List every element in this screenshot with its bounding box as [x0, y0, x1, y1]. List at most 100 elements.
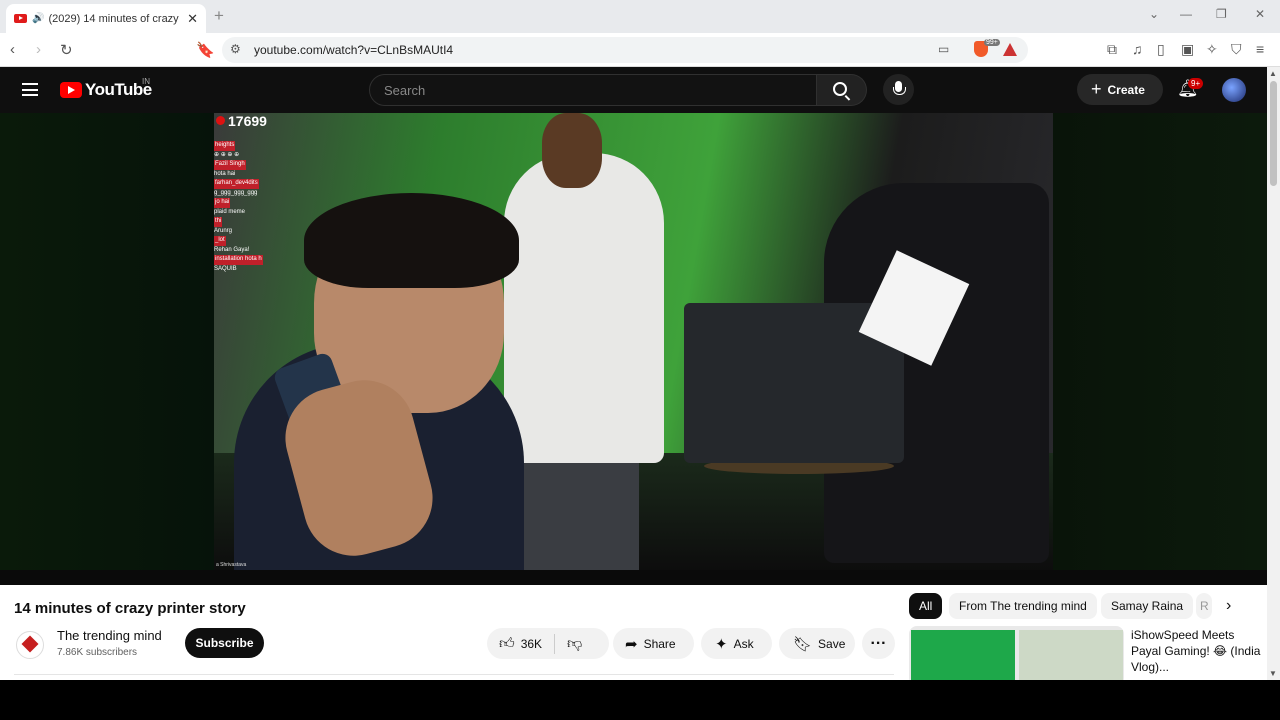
sidebar-icon[interactable]: ▯: [1157, 41, 1165, 58]
country-code: IN: [142, 77, 150, 86]
window-close-icon[interactable]: ✕: [1255, 7, 1265, 21]
youtube-play-icon: [60, 82, 82, 98]
address-bar[interactable]: ⚙ youtube.com/watch?v=CLnBsMAUtI4 ▭ 99+: [222, 37, 1028, 63]
youtube-favicon-icon: [14, 14, 27, 23]
plus-icon: +: [1091, 79, 1102, 99]
share-icon: ➦: [625, 635, 638, 653]
brave-rewards-icon[interactable]: [1003, 43, 1017, 56]
chat-line: installation hota h: [214, 255, 274, 265]
yt-header: YouTube IN Search + Create 🔔︎ 9+: [0, 67, 1267, 113]
recommended-thumbnail[interactable]: [909, 626, 1124, 680]
menu-icon[interactable]: ≡: [1256, 41, 1264, 57]
media-icon[interactable]: ♫: [1132, 41, 1143, 57]
like-button[interactable]: 👍︎ 36K: [487, 633, 556, 654]
thumb-left: [911, 630, 1015, 680]
search-bar: Search: [369, 74, 867, 106]
tab-strip: 🔊 (2029) 14 minutes of crazy pr ✕ + ⌄ — …: [0, 0, 1280, 33]
save-button[interactable]: 🔖︎ Save: [779, 628, 855, 659]
sparkle-icon: ✦: [715, 635, 728, 653]
forward-icon[interactable]: ›: [36, 41, 41, 58]
stream-chat: heights ⊕ ⊕ ⊕ ⊕ Fazil Singh hota hai farhan_…: [214, 141, 274, 274]
recommended-title[interactable]: iShowSpeed Meets Payal Gaming! 😂 (India …: [1131, 627, 1261, 675]
browser-tab[interactable]: 🔊 (2029) 14 minutes of crazy pr ✕: [6, 4, 206, 33]
scroll-thumb[interactable]: [1270, 81, 1277, 186]
cast-icon[interactable]: ▭: [938, 42, 949, 56]
extensions-icon[interactable]: ⧉: [1107, 41, 1117, 58]
restore-icon[interactable]: ❐: [1216, 7, 1227, 21]
chat-line: Arunrg: [214, 227, 233, 234]
speaker-icon[interactable]: 🔊: [32, 13, 44, 24]
video-streamer-hair: [304, 193, 519, 288]
chips-next-icon[interactable]: ›: [1226, 597, 1231, 615]
ambient-left: [0, 113, 214, 585]
share-label: Share: [643, 636, 676, 651]
wallet-icon[interactable]: ▣: [1181, 41, 1194, 58]
back-icon[interactable]: ‹: [10, 41, 15, 58]
dislike-button[interactable]: 👎︎: [555, 635, 594, 653]
video-person-head: [542, 113, 602, 188]
tab-search-icon[interactable]: ⌄: [1149, 7, 1159, 21]
bookmark-icon[interactable]: 🔖: [196, 41, 215, 59]
tab-close-icon[interactable]: ✕: [187, 11, 198, 27]
chat-line: heights: [214, 141, 274, 151]
stream-overlay: 17699 heights ⊕ ⊕ ⊕ ⊕ Fazil Singh hota hai f…: [214, 113, 274, 272]
video-title: 14 minutes of crazy printer story: [14, 600, 246, 617]
save-label: Save: [818, 636, 846, 651]
tab-title: (2029) 14 minutes of crazy pr: [48, 12, 182, 25]
channel-name[interactable]: The trending mind: [57, 628, 162, 643]
chat-line: Fazil Singh: [214, 160, 274, 170]
more-actions-icon[interactable]: ···: [862, 628, 895, 659]
video-credit: a Shrivastava: [216, 562, 247, 568]
channel-avatar[interactable]: [16, 631, 44, 659]
shields-badge: 99+: [984, 39, 1000, 46]
chip-from-channel[interactable]: From The trending mind: [949, 593, 1097, 619]
reload-icon[interactable]: ↻: [60, 41, 73, 59]
voice-search-icon[interactable]: [883, 74, 914, 105]
browser-toolbar: ‹ › ↻ 🔖 ⚙ youtube.com/watch?v=CLnBsMAUtI…: [0, 33, 1280, 67]
subscriber-count: 7.86K subscribers: [57, 647, 138, 658]
youtube-page: YouTube IN Search + Create 🔔︎ 9+ 17699 h…: [0, 67, 1267, 680]
chat-line: _lot: [214, 236, 274, 246]
chat-line: SAQUIB: [214, 265, 237, 272]
video-frame[interactable]: 17699 heights ⊕ ⊕ ⊕ ⊕ Fazil Singh hota hai f…: [214, 113, 1053, 570]
video-info: 14 minutes of crazy printer story The tr…: [0, 585, 1267, 680]
guide-menu-icon[interactable]: [22, 83, 38, 96]
create-label: Create: [1107, 82, 1145, 97]
chip-all[interactable]: All: [909, 593, 943, 619]
vpn-icon[interactable]: ⛉: [1231, 41, 1242, 58]
minimize-icon[interactable]: —: [1180, 7, 1192, 21]
url-text[interactable]: youtube.com/watch?v=CLnBsMAUtI4: [254, 43, 453, 57]
chat-line: g_ggg_ggg_ggg: [214, 189, 258, 196]
chat-line: Rehan Gaya!: [214, 246, 250, 253]
notification-badge: 9+: [1188, 78, 1204, 89]
chip-samay-raina[interactable]: Samay Raina: [1101, 593, 1194, 619]
search-icon: [833, 82, 847, 96]
site-info-icon[interactable]: ⚙: [230, 42, 241, 56]
share-button[interactable]: ➦ Share: [613, 628, 694, 659]
scroll-up-icon[interactable]: ▲: [1269, 69, 1277, 78]
account-avatar[interactable]: [1222, 78, 1246, 102]
create-button[interactable]: + Create: [1077, 74, 1163, 105]
subscribe-button[interactable]: Subscribe: [185, 628, 264, 658]
search-input[interactable]: Search: [369, 74, 817, 106]
like-count: 36K: [520, 636, 543, 651]
new-tab-icon[interactable]: +: [214, 6, 224, 26]
youtube-logo[interactable]: YouTube IN: [60, 77, 152, 100]
chat-line: thi: [214, 217, 274, 227]
chip-partial[interactable]: R: [1196, 593, 1212, 619]
scroll-down-icon[interactable]: ▼: [1269, 669, 1277, 678]
save-icon: 🔖︎: [793, 635, 813, 653]
ask-button[interactable]: ✦ Ask: [701, 628, 772, 659]
divider: [14, 674, 894, 675]
player-progress-bar[interactable]: [0, 570, 1267, 585]
video-player[interactable]: 17699 heights ⊕ ⊕ ⊕ ⊕ Fazil Singh hota hai f…: [0, 113, 1267, 585]
search-button[interactable]: [817, 74, 867, 106]
search-placeholder: Search: [384, 83, 426, 98]
thumbs-up-icon: 👍︎: [499, 634, 515, 652]
thumb-right: [1019, 630, 1123, 680]
leo-ai-icon[interactable]: ✧: [1206, 41, 1218, 58]
chat-line: jo hai: [214, 198, 274, 208]
page-scrollbar[interactable]: ▲ ▼: [1267, 67, 1280, 680]
browser-window: 🔊 (2029) 14 minutes of crazy pr ✕ + ⌄ — …: [0, 0, 1280, 680]
like-dislike-group: 👍︎ 36K 👎︎: [487, 628, 609, 659]
